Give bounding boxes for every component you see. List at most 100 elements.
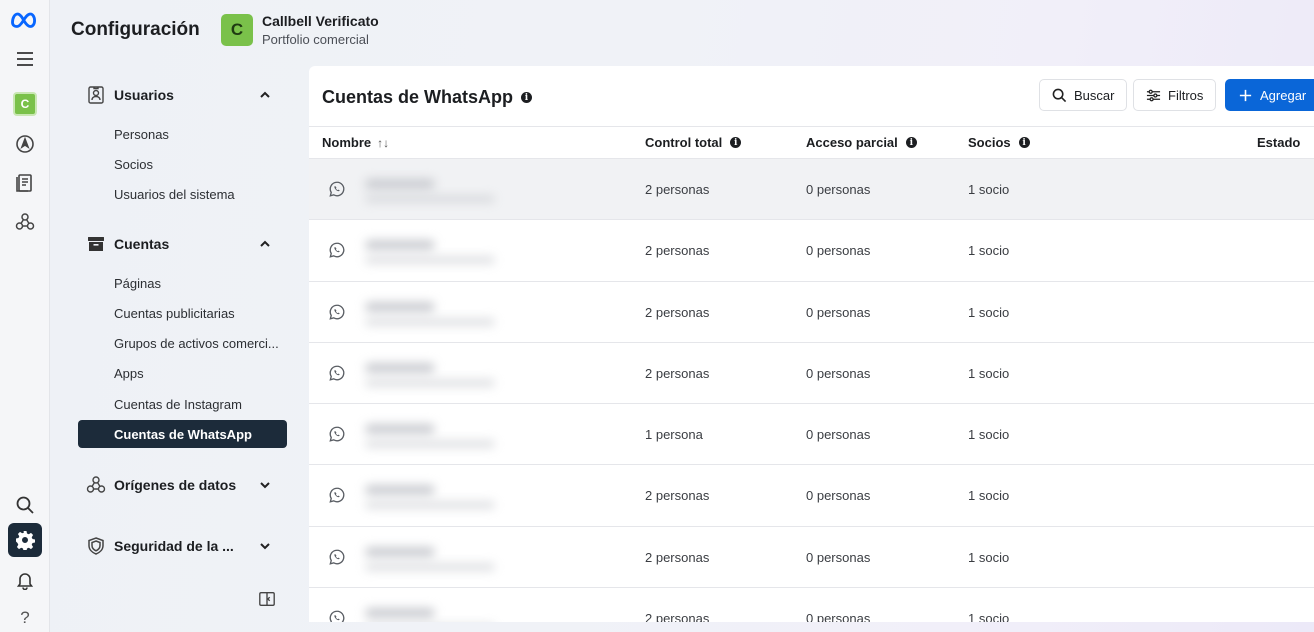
nav-item-apps[interactable]: Apps [78,359,287,387]
business-name[interactable]: Callbell Verificato [262,13,379,29]
menu-icon[interactable] [8,42,42,76]
data-sources-icon [86,475,106,495]
whatsapp-icon [328,180,346,198]
column-label: Control total [645,135,723,150]
cell-socios: 1 socio [968,427,1010,443]
filters-button-label: Filtros [1168,87,1204,103]
blurred-account-name [361,173,511,207]
nav-item-cuentas-instagram[interactable]: Cuentas de Instagram [78,390,287,418]
sort-icon[interactable]: ↑↓ [377,136,389,150]
whatsapp-icon [328,425,346,443]
network-icon[interactable] [8,205,42,239]
help-icon[interactable]: ? [8,601,42,632]
whatsapp-icon [328,486,346,504]
cell-acceso-parcial: 0 personas [806,488,871,504]
shield-icon [86,536,106,556]
nav-section-origenes-datos[interactable]: Orígenes de datos [86,472,272,498]
search-icon[interactable] [8,488,42,522]
whatsapp-icon [328,548,346,566]
business-avatar-initial: C [13,92,37,116]
info-icon[interactable]: i [905,137,917,148]
bell-icon[interactable] [8,563,42,597]
blurred-account-name [361,418,511,452]
cell-socios: 1 socio [968,549,1010,565]
nav-item-cuentas-whatsapp[interactable]: Cuentas de WhatsApp [78,420,287,448]
nav-item-cuentas-publicitarias[interactable]: Cuentas publicitarias [78,299,287,327]
cell-control-total: 2 personas [645,488,710,504]
table-row[interactable]: 2 personas 0 personas 1 socio [309,220,1314,282]
main-panel: Cuentas de WhatsApp i Buscar Filtros Agr… [309,66,1314,622]
info-icon[interactable]: i [1018,137,1030,148]
column-label: Estado [1257,135,1301,150]
table-body: 2 personas 0 personas 1 socio 2 personas 0 p… [309,159,1314,622]
column-socios: Socios i [968,127,1030,158]
cell-acceso-parcial: 0 personas [806,182,871,197]
nav-item-personas[interactable]: Personas [78,120,287,148]
table-row[interactable]: 2 personas 0 personas 1 socio [309,527,1314,589]
compass-icon[interactable] [8,127,42,161]
table-header: Nombre ↑↓ Control total i Acceso parcial… [309,126,1314,159]
cell-acceso-parcial: 0 personas [806,427,871,443]
business-avatar-large[interactable]: C [221,14,253,46]
column-label: Acceso parcial [806,135,898,150]
info-icon[interactable]: i [730,137,742,148]
search-button-label: Buscar [1074,87,1115,103]
users-icon [86,85,106,105]
icon-rail: C ? [0,0,50,632]
panel-title-text: Cuentas de WhatsApp [322,87,514,107]
plus-icon [1239,89,1252,101]
table-row[interactable]: 1 persona 0 personas 1 socio [309,404,1314,466]
nav-item-usuarios-sistema[interactable]: Usuarios del sistema [78,180,287,208]
table-row[interactable]: 2 personas 0 personas 1 socio [309,159,1314,221]
cell-control-total: 2 personas [645,549,710,565]
nav-item-paginas[interactable]: Páginas [78,269,287,297]
cell-acceso-parcial: 0 personas [806,304,871,320]
table-row[interactable]: 2 personas 0 personas 1 socio [309,465,1314,527]
settings-icon[interactable] [8,523,42,557]
column-label: Nombre [322,135,372,150]
blurred-account-name [361,479,511,513]
whatsapp-icon [328,609,346,622]
whatsapp-icon [328,364,346,382]
column-label: Socios [968,135,1011,150]
cell-control-total: 2 personas [645,304,710,320]
cell-socios: 1 socio [968,611,1010,622]
nav-section-usuarios[interactable]: Usuarios [86,82,272,108]
filters-icon [1146,89,1161,101]
add-button[interactable]: Agregar [1225,79,1314,111]
cell-socios: 1 socio [968,182,1010,197]
filters-button[interactable]: Filtros [1133,79,1217,111]
page-title: Configuración [71,19,200,40]
column-control-total: Control total i [645,127,742,158]
nav-section-cuentas[interactable]: Cuentas [86,231,272,257]
nav-section-label: Cuentas [114,236,170,252]
column-acceso-parcial: Acceso parcial i [806,127,917,158]
blurred-account-name [361,602,511,622]
business-subtitle: Portfolio comercial [262,32,369,47]
cell-acceso-parcial: 0 personas [806,243,871,259]
info-icon[interactable]: i [521,92,533,103]
column-estado: Estado [1257,127,1300,158]
blurred-account-name [361,541,511,575]
whatsapp-icon [328,303,346,321]
nav-section-seguridad[interactable]: Seguridad de la ... [86,533,272,559]
whatsapp-icon [328,241,346,259]
chevron-up-icon [258,237,272,251]
nav-item-socios[interactable]: Socios [78,150,287,178]
search-button[interactable]: Buscar [1039,79,1128,111]
cell-control-total: 1 persona [645,427,703,443]
cell-socios: 1 socio [968,365,1010,381]
cell-socios: 1 socio [968,488,1010,504]
panel-title: Cuentas de WhatsApp i [322,87,533,108]
business-avatar[interactable]: C [8,87,42,121]
table-row[interactable]: 2 personas 0 personas 1 socio [309,343,1314,405]
table-row[interactable]: 2 personas 0 personas 1 socio [309,588,1314,622]
nav-item-grupos-activos[interactable]: Grupos de activos comerci... [78,329,287,357]
collapse-sidebar-icon[interactable] [256,588,278,610]
meta-logo-icon[interactable] [8,2,42,36]
column-nombre[interactable]: Nombre ↑↓ [322,127,389,158]
table-row[interactable]: 2 personas 0 personas 1 socio [309,282,1314,343]
cell-socios: 1 socio [968,304,1010,320]
chevron-down-icon [258,478,272,492]
pages-icon[interactable] [8,166,42,200]
